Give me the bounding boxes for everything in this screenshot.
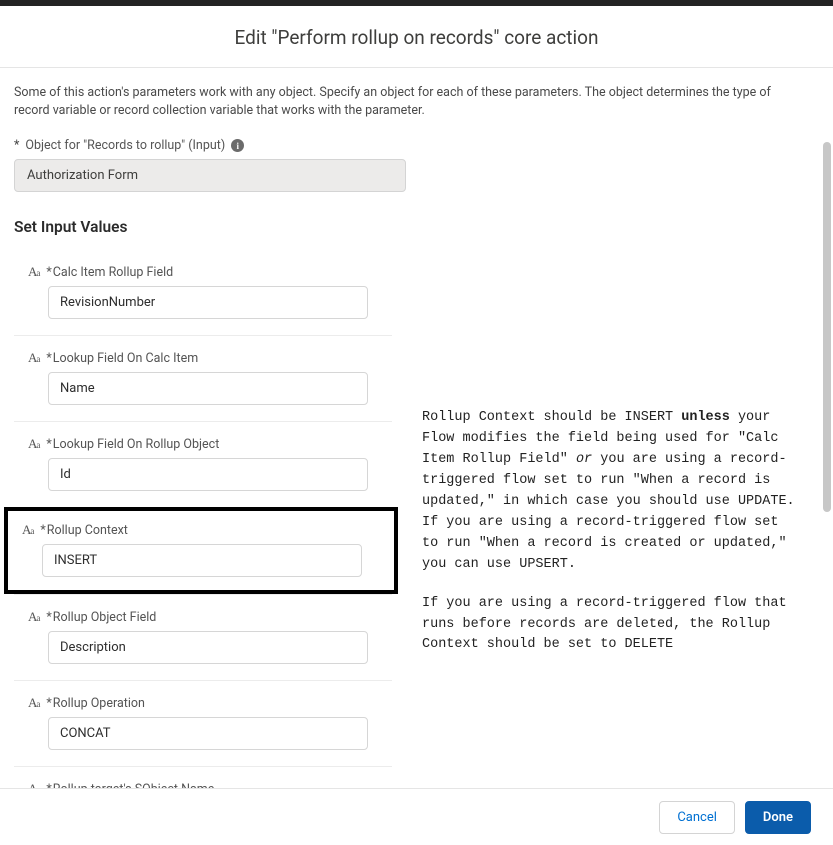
field-rollup-operation: Aa *Rollup Operation	[14, 680, 392, 766]
field-rollup-object-field: Aa *Rollup Object Field	[14, 594, 392, 680]
field-lookup-rollup-object: Aa *Lookup Field On Rollup Object	[14, 421, 392, 507]
done-button[interactable]: Done	[745, 801, 811, 834]
scrollbar[interactable]	[823, 142, 831, 512]
field-lookup-calc-item: Aa *Lookup Field On Calc Item	[14, 335, 392, 421]
text-type-icon: Aa	[28, 350, 39, 366]
modal-footer: Cancel Done	[0, 788, 833, 845]
field-label-text: Calc Item Rollup Field	[53, 265, 173, 280]
rollup-context-input[interactable]	[42, 544, 362, 577]
modal-body: Some of this action's parameters work wi…	[0, 68, 833, 798]
modal-title: Edit "Perform rollup on records" core ac…	[0, 26, 833, 49]
section-title: Set Input Values	[14, 218, 815, 236]
field-rollup-context: Aa *Rollup Context	[4, 507, 398, 594]
object-param-value[interactable]: Authorization Form	[14, 159, 406, 192]
object-param-label-text: Object for "Records to rollup" (Input)	[25, 138, 225, 153]
field-calc-item-rollup: Aa *Calc Item Rollup Field	[14, 240, 392, 335]
object-param-label: * Object for "Records to rollup" (Input)…	[14, 138, 815, 153]
input-fields-column: Aa *Calc Item Rollup Field Aa *Lookup Fi…	[14, 240, 392, 798]
rollup-object-field-input[interactable]	[48, 631, 368, 664]
rollup-context-help: Rollup Context should be INSERT unless y…	[422, 408, 797, 656]
text-type-icon: Aa	[28, 695, 39, 711]
cancel-button[interactable]: Cancel	[659, 801, 735, 834]
lookup-rollup-object-input[interactable]	[48, 458, 368, 491]
text-type-icon: Aa	[28, 609, 39, 625]
field-label-text: Lookup Field On Rollup Object	[53, 437, 220, 452]
modal-header: Edit "Perform rollup on records" core ac…	[0, 6, 833, 68]
field-label-text: Lookup Field On Calc Item	[53, 351, 198, 366]
field-label-text: Rollup Context	[47, 523, 128, 538]
info-icon[interactable]: i	[231, 139, 244, 152]
parameter-description: Some of this action's parameters work wi…	[14, 84, 815, 120]
text-type-icon: Aa	[22, 522, 33, 538]
help-text-column: Rollup Context should be INSERT unless y…	[422, 240, 815, 798]
field-label-text: Rollup Object Field	[53, 610, 157, 625]
text-type-icon: Aa	[28, 436, 39, 452]
rollup-operation-input[interactable]	[48, 717, 368, 750]
lookup-calc-item-input[interactable]	[48, 372, 368, 405]
calc-item-rollup-input[interactable]	[48, 286, 368, 319]
text-type-icon: Aa	[28, 264, 39, 280]
field-label-text: Rollup Operation	[53, 696, 145, 711]
